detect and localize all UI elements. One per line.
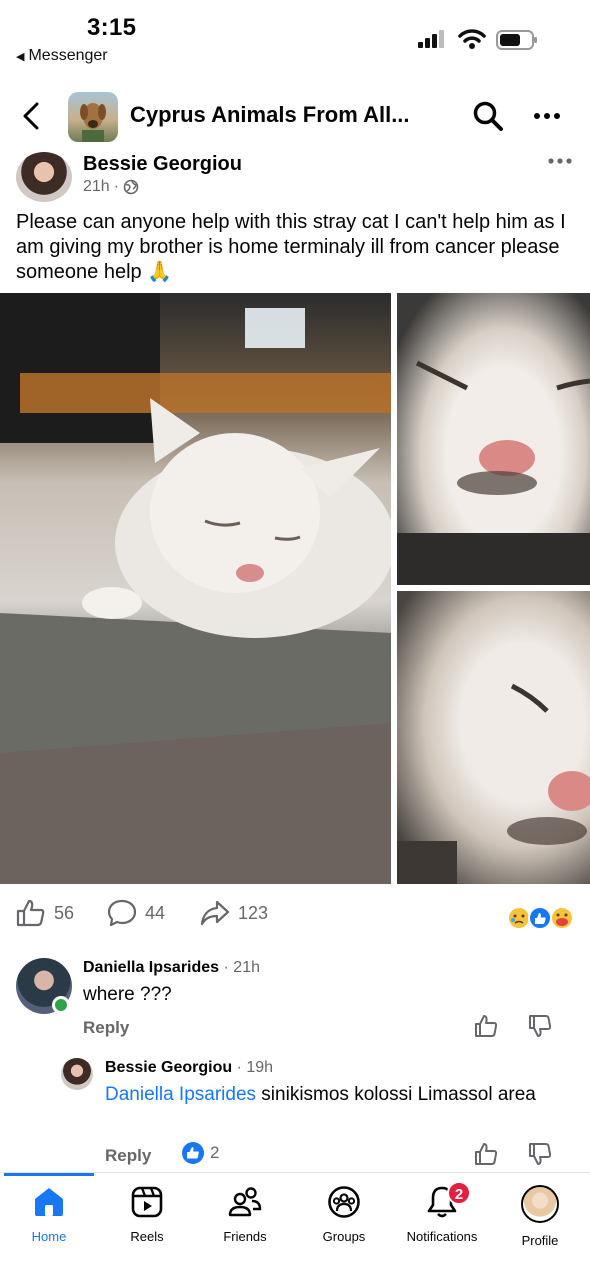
reply-author[interactable]: Bessie Georgiou · 19h bbox=[105, 1059, 273, 1077]
tab-home-label: Home bbox=[31, 1229, 67, 1244]
cat-closeup-illustration bbox=[397, 360, 590, 585]
reply-like-summary[interactable]: 2 bbox=[182, 1142, 219, 1164]
post-actions-bar: 56 44 123 bbox=[0, 895, 590, 935]
back-chevron-icon[interactable] bbox=[20, 102, 44, 130]
reply-text: Daniella Ipsarides sinikismos kolossi Li… bbox=[105, 1081, 565, 1108]
comment-like-icon[interactable] bbox=[474, 1014, 498, 1038]
share-count: 123 bbox=[238, 902, 269, 923]
reply-button-2[interactable]: Reply bbox=[105, 1146, 151, 1166]
comment-bubble-icon bbox=[107, 899, 137, 927]
group-title[interactable]: Cyprus Animals From All... bbox=[130, 102, 410, 128]
reply-author-avatar[interactable] bbox=[61, 1058, 93, 1090]
post-photo-closeup-2[interactable] bbox=[397, 591, 590, 884]
reply-like-count: 2 bbox=[210, 1143, 220, 1162]
post-options-icon[interactable] bbox=[547, 156, 573, 166]
profile-avatar bbox=[521, 1185, 559, 1223]
tab-notifications-label: Notifications bbox=[406, 1229, 478, 1244]
comment-count: 44 bbox=[145, 902, 166, 923]
dog-photo-icon bbox=[80, 103, 106, 142]
tab-friends-label: Friends bbox=[223, 1229, 267, 1244]
friends-icon bbox=[228, 1187, 262, 1217]
back-to-messenger[interactable]: ◀ Messenger bbox=[16, 47, 108, 65]
comment-text: where ??? bbox=[83, 984, 172, 1005]
tab-profile-label: Profile bbox=[521, 1233, 559, 1248]
wifi-icon bbox=[458, 29, 486, 49]
group-thumbnail[interactable] bbox=[68, 92, 118, 142]
like-count: 56 bbox=[54, 902, 75, 923]
post-author-name[interactable]: Bessie Georgiou bbox=[83, 153, 242, 176]
comment-time: · 21h bbox=[223, 959, 260, 976]
reply-like-icon[interactable] bbox=[474, 1142, 498, 1166]
status-bar: 3:15 ◀ Messenger bbox=[0, 0, 590, 80]
share-arrow-icon bbox=[200, 900, 230, 926]
thumbs-up-icon bbox=[16, 899, 45, 927]
comment-author[interactable]: Daniella Ipsarides · 21h bbox=[83, 959, 260, 977]
globe-icon bbox=[123, 179, 139, 195]
tab-friends[interactable]: Friends bbox=[196, 1185, 294, 1255]
share-action[interactable]: 123 bbox=[200, 899, 268, 927]
reply-mention[interactable]: Daniella Ipsarides bbox=[105, 1084, 256, 1105]
reply-button[interactable]: Reply bbox=[83, 1018, 129, 1038]
post-author-avatar[interactable] bbox=[16, 152, 72, 202]
post-photo-main[interactable] bbox=[0, 293, 391, 884]
reply-dislike-icon[interactable] bbox=[528, 1142, 552, 1166]
tab-groups-label: Groups bbox=[322, 1229, 366, 1244]
search-icon[interactable] bbox=[472, 100, 504, 132]
tab-reels-label: Reels bbox=[130, 1229, 164, 1244]
battery-icon bbox=[496, 30, 537, 50]
reels-icon bbox=[131, 1186, 163, 1218]
post-photo-closeup-1[interactable] bbox=[397, 293, 590, 585]
active-tab-indicator bbox=[4, 1173, 94, 1176]
cellular-signal-icon bbox=[418, 30, 444, 48]
tab-home[interactable]: Home bbox=[0, 1185, 98, 1255]
reply-time: · 19h bbox=[236, 1059, 274, 1076]
reply-body: sinikismos kolossi Limassol area bbox=[256, 1084, 536, 1105]
post-meta: 21h · bbox=[83, 178, 139, 196]
reply-author-name: Bessie Georgiou bbox=[105, 1059, 233, 1076]
more-horizontal-icon[interactable] bbox=[532, 110, 562, 122]
tab-groups[interactable]: Groups bbox=[295, 1185, 393, 1255]
back-app-label: Messenger bbox=[28, 47, 108, 64]
comment-action[interactable]: 44 bbox=[107, 899, 165, 927]
groups-icon bbox=[328, 1186, 360, 1218]
like-action[interactable]: 56 bbox=[16, 899, 74, 927]
back-triangle-icon: ◀ bbox=[16, 51, 25, 63]
post-time[interactable]: 21h bbox=[83, 178, 110, 196]
comment-author-name: Daniella Ipsarides bbox=[83, 959, 220, 976]
status-time: 3:15 bbox=[87, 14, 137, 41]
group-header: Cyprus Animals From All... bbox=[0, 88, 590, 144]
cat-closeup-illustration-2 bbox=[397, 683, 590, 884]
online-status-dot bbox=[52, 996, 70, 1014]
home-icon bbox=[35, 1188, 63, 1216]
tab-notifications[interactable]: 2 Notifications bbox=[393, 1181, 491, 1255]
comment-dislike-icon[interactable] bbox=[528, 1014, 552, 1038]
like-badge-icon bbox=[182, 1142, 204, 1164]
tab-profile[interactable]: Profile bbox=[491, 1185, 589, 1255]
post-text: Please can anyone help with this stray c… bbox=[16, 211, 566, 283]
cat-photo-illustration bbox=[0, 293, 391, 884]
meta-separator: · bbox=[113, 178, 120, 195]
notification-badge: 2 bbox=[447, 1181, 471, 1205]
bottom-tab-bar: Home Reels Friends Groups 2 Notification… bbox=[0, 1172, 590, 1280]
tab-reels[interactable]: Reels bbox=[98, 1185, 196, 1255]
reaction-emojis-icon[interactable] bbox=[506, 905, 576, 931]
